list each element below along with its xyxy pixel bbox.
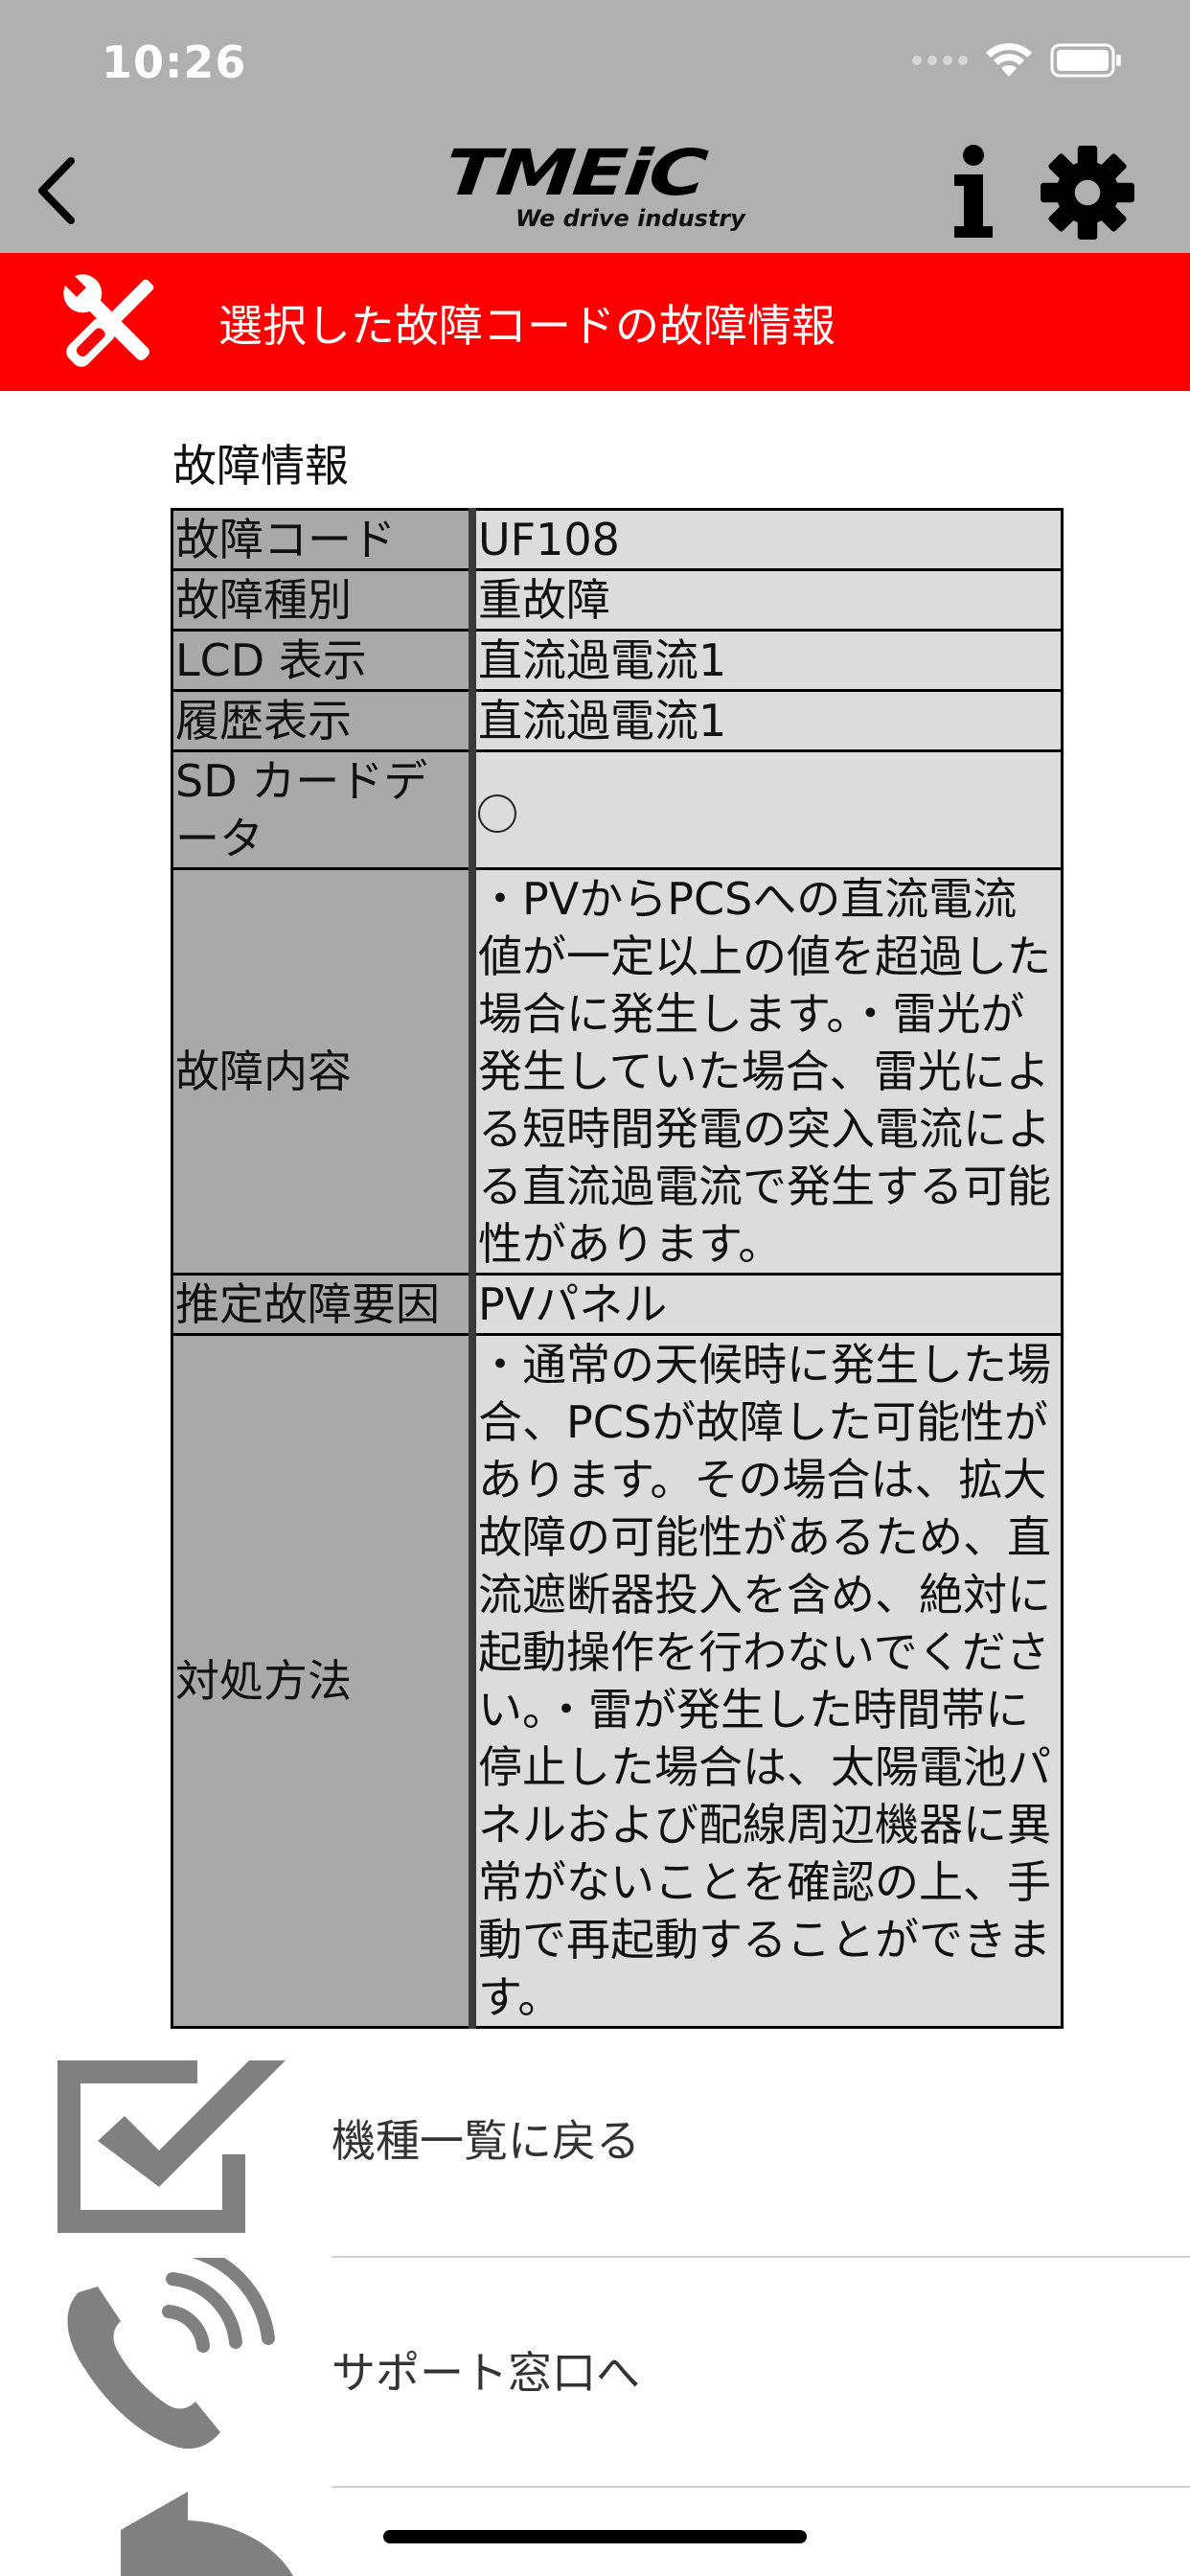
row-value: ・通常の天候時に発生した場合、PCSが故障した可能性があります。その場合は、拡大… xyxy=(469,1333,1064,2029)
row-value: 重故障 xyxy=(469,568,1064,632)
table-row: SD カードデータ ◯ xyxy=(171,749,1064,870)
table-row: 推定故障要因 PVパネル xyxy=(171,1273,1064,1336)
signal-icon xyxy=(912,56,968,65)
info-icon xyxy=(954,145,993,238)
row-value: ◯ xyxy=(469,749,1064,870)
back-to-model-list-button[interactable]: 機種一覧に戻る xyxy=(0,2022,1190,2252)
app-header: 10:26 TMEiC We drive industry xyxy=(0,0,1190,253)
logo-tagline: We drive industry xyxy=(515,205,745,232)
row-key: 対処方法 xyxy=(171,1333,474,2029)
available-mark xyxy=(479,794,516,833)
tmeic-logo: TMEiC We drive industry xyxy=(442,136,745,238)
row-key: 故障コード xyxy=(171,508,474,571)
table-row: 故障コード UF108 xyxy=(171,508,1064,571)
table-row: 故障種別 重故障 xyxy=(171,568,1064,632)
menu-label: 機種一覧に戻る xyxy=(332,2115,640,2167)
checkbox-icon xyxy=(57,2060,286,2233)
logo-text: TMEiC xyxy=(441,136,709,210)
row-key: 故障内容 xyxy=(171,867,474,1276)
settings-button[interactable] xyxy=(1039,144,1136,242)
gear-icon xyxy=(1041,146,1134,240)
chevron-left-icon xyxy=(38,157,75,224)
fault-info-table: 故障コード UF108 故障種別 重故障 LCD 表示 直流過電流1 履歴表示 … xyxy=(171,508,1064,2029)
page-title-banner: 選択した故障コードの故障情報 xyxy=(0,253,1190,391)
status-time: 10:26 xyxy=(102,36,247,88)
menu-label: サポート窓口へ xyxy=(332,2347,640,2399)
phone-icon xyxy=(67,2258,275,2450)
row-key: 故障種別 xyxy=(171,568,474,632)
status-indicators xyxy=(912,42,1123,79)
row-key: 履歴表示 xyxy=(171,689,474,752)
back-button[interactable] xyxy=(27,150,103,232)
row-key: 推定故障要因 xyxy=(171,1273,474,1336)
home-indicator[interactable] xyxy=(383,2530,807,2543)
section-label: 故障情報 xyxy=(172,440,349,492)
support-contact-button[interactable]: サポート窓口へ xyxy=(0,2258,1190,2488)
wifi-icon xyxy=(986,43,1032,77)
tools-icon xyxy=(62,273,154,367)
table-row: 対処方法 ・通常の天候時に発生した場合、PCSが故障した可能性があります。その場… xyxy=(171,1333,1064,2029)
row-value: PVパネル xyxy=(469,1273,1064,1336)
row-value: UF108 xyxy=(469,508,1064,571)
table-row: LCD 表示 直流過電流1 xyxy=(171,629,1064,692)
row-key: SD カードデータ xyxy=(171,749,474,870)
row-value: 直流過電流1 xyxy=(469,629,1064,692)
return-arrow-icon xyxy=(121,2492,293,2576)
table-row: 履歴表示 直流過電流1 xyxy=(171,689,1064,752)
info-button[interactable] xyxy=(949,144,998,240)
row-key: LCD 表示 xyxy=(171,629,474,692)
row-value: 直流過電流1 xyxy=(469,689,1064,752)
table-row: 故障内容 ・PVからPCSへの直流電流値が一定以上の値を超過した場合に発生します… xyxy=(171,867,1064,1276)
row-value: ・PVからPCSへの直流電流値が一定以上の値を超過した場合に発生します。・雷光が… xyxy=(469,867,1064,1276)
fault-info-screen: 10:26 TMEiC We drive industry 選択した故障コードの… xyxy=(0,0,1190,2576)
battery-icon xyxy=(1050,43,1121,78)
page-title: 選択した故障コードの故障情報 xyxy=(218,300,835,352)
